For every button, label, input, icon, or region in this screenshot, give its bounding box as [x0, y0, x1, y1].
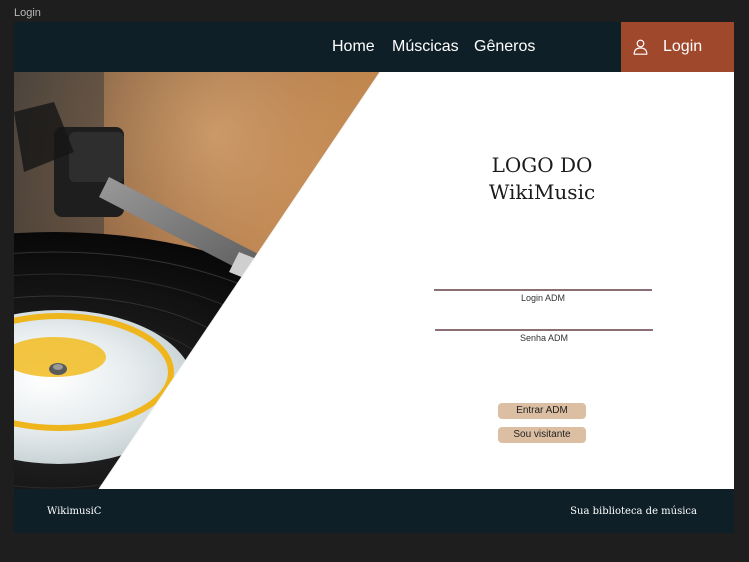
footer-brand: WikimusiC [47, 506, 102, 517]
footer-tagline: Sua biblioteca de música [570, 506, 697, 517]
user-icon [633, 39, 648, 55]
login-adm-input[interactable] [434, 289, 652, 291]
login-adm-label: Login ADM [520, 293, 566, 303]
frame-label: Login [14, 7, 41, 19]
logo-text-line-2: WikiMusic [488, 180, 596, 204]
entrar-adm-button[interactable]: Entrar ADM [498, 403, 586, 419]
senha-adm-label: Senha ADM [519, 333, 569, 343]
login-panel: LOGO DO WikiMusic Login ADM Senha ADM En… [380, 72, 734, 489]
login-button-label: Login [663, 38, 703, 55]
logo-placeholder: LOGO DO WikiMusic [380, 152, 704, 206]
hero-vinyl-image [14, 72, 380, 489]
sou-visitante-button[interactable]: Sou visitante [498, 427, 586, 443]
navbar: Home Múscicas Gêneros Login [14, 22, 734, 72]
nav-link-home[interactable]: Home [332, 38, 375, 56]
nav-link-musicas[interactable]: Múscicas [392, 38, 459, 56]
senha-adm-input[interactable] [435, 329, 653, 331]
login-page: Home Múscicas Gêneros Login LOGO DO Wiki… [14, 22, 734, 533]
logo-text-line-1: LOGO DO [491, 153, 593, 177]
footer: WikimusiC Sua biblioteca de música [14, 489, 734, 533]
nav-link-generos[interactable]: Gêneros [474, 38, 535, 56]
login-button[interactable]: Login [621, 22, 734, 72]
